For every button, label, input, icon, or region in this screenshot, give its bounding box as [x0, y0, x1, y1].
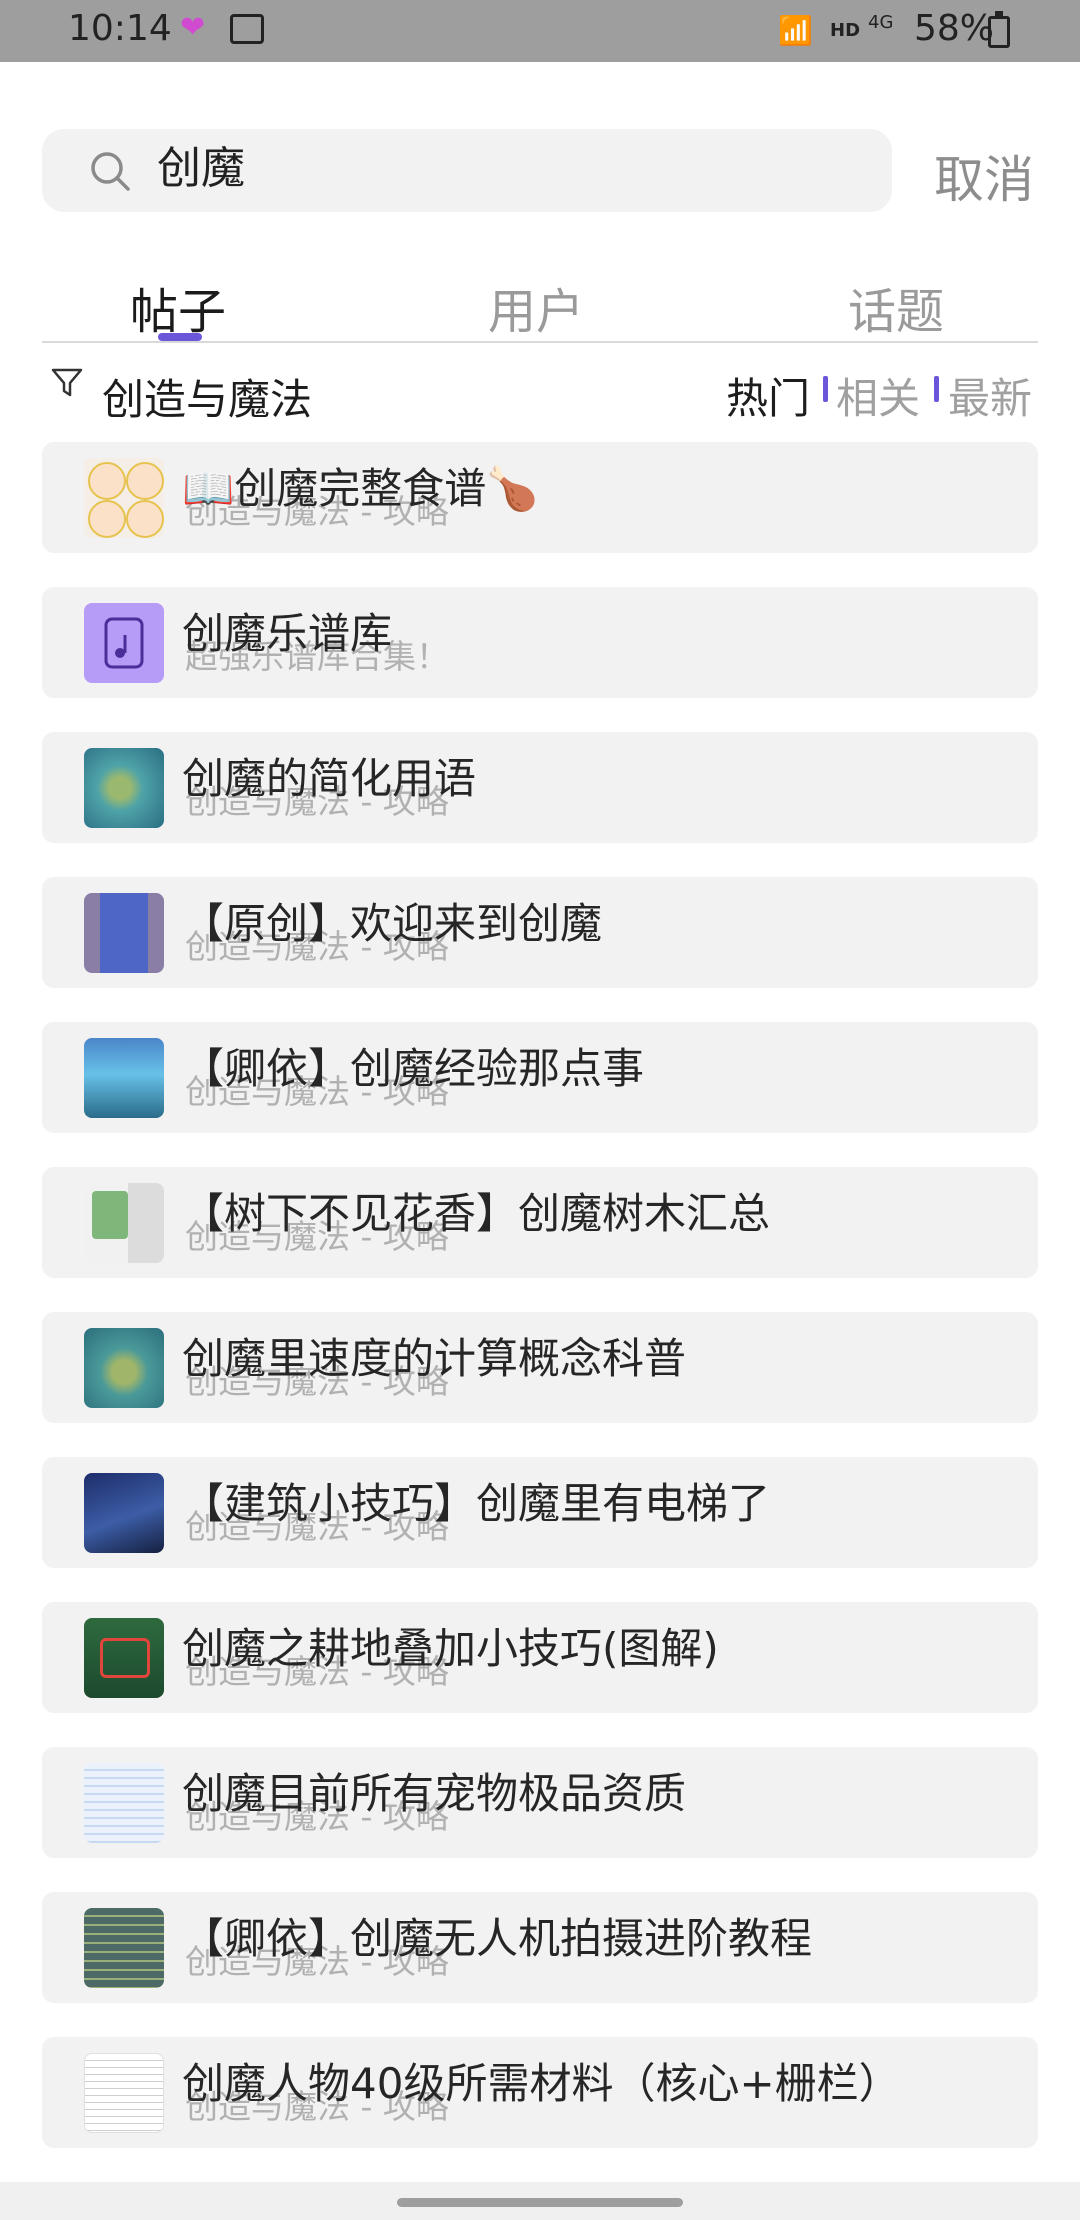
- list-item[interactable]: 创造与魔法 - 攻略 创魔的简化用语: [42, 732, 1038, 843]
- search-input[interactable]: 创魔: [157, 139, 245, 199]
- list-item[interactable]: 创造与魔法 - 攻略 【卿依】创魔无人机拍摄进阶教程: [42, 1892, 1038, 2003]
- tab-topics[interactable]: 话题: [848, 272, 944, 342]
- post-thumbnail: [84, 748, 164, 828]
- post-thumbnail: [84, 1328, 164, 1408]
- status-time: 10:14: [68, 8, 172, 49]
- post-title: 【建筑小技巧】创魔里有电梯了: [182, 1479, 771, 1528]
- post-title: 创魔之耕地叠加小技巧(图解): [182, 1624, 719, 1673]
- post-thumbnail: [84, 2053, 164, 2133]
- list-item[interactable]: 超强乐谱库合集！ 创魔乐谱库: [42, 587, 1038, 698]
- status-bar: 10:14 ❤ 📶 HD 4G 58%: [0, 0, 1080, 62]
- tab-posts[interactable]: 帖子: [130, 272, 226, 342]
- post-thumbnail: [84, 1473, 164, 1553]
- gallery-notification-icon: [230, 14, 264, 44]
- list-item[interactable]: 创造与魔法 - 攻略 📖创魔完整食谱🍗: [42, 442, 1038, 553]
- list-item[interactable]: 创造与魔法 - 攻略 【原创】欢迎来到创魔: [42, 877, 1038, 988]
- tab-users[interactable]: 用户: [488, 272, 584, 342]
- cancel-button[interactable]: 取消: [934, 140, 1034, 212]
- post-title: 【卿依】创魔无人机拍摄进阶教程: [182, 1914, 813, 1963]
- post-title: 创魔里速度的计算概念科普: [182, 1334, 687, 1383]
- active-tab-indicator: [158, 333, 202, 341]
- result-list: 创造与魔法 - 攻略 📖创魔完整食谱🍗 超强乐谱库合集！ 创魔乐谱库 创造与魔法…: [42, 442, 1038, 2182]
- post-thumbnail: [84, 1618, 164, 1698]
- post-title: 【原创】欢迎来到创魔: [182, 899, 603, 948]
- list-item[interactable]: 创造与魔法 - 攻略 创魔目前所有宠物极品资质: [42, 1747, 1038, 1858]
- battery-icon: [988, 11, 1010, 48]
- post-thumbnail: [84, 1183, 164, 1263]
- wifi-icon: 📶: [778, 14, 813, 47]
- list-item[interactable]: 创造与魔法 - 攻略 【卿依】创魔经验那点事: [42, 1022, 1038, 1133]
- sort-hot[interactable]: 热门: [726, 365, 810, 426]
- signal-type: 4G: [868, 12, 894, 33]
- post-thumbnail: [84, 1908, 164, 1988]
- post-title: 📖创魔完整食谱🍗: [182, 464, 539, 513]
- home-indicator[interactable]: [397, 2198, 683, 2207]
- sort-divider: [934, 376, 939, 402]
- post-thumbnail: [84, 458, 164, 538]
- post-title: 【树下不见花香】创魔树木汇总: [182, 1189, 771, 1238]
- search-icon: [91, 152, 130, 191]
- music-scroll-icon: [84, 603, 164, 683]
- post-title: 创魔人物40级所需材料（核心+栅栏）: [182, 2059, 901, 2108]
- list-item[interactable]: 创造与魔法 - 攻略 【建筑小技巧】创魔里有电梯了: [42, 1457, 1038, 1568]
- sort-latest[interactable]: 最新: [948, 365, 1032, 426]
- filter-icon[interactable]: [50, 366, 84, 400]
- post-thumbnail: [84, 1038, 164, 1118]
- post-title: 创魔乐谱库: [182, 609, 393, 658]
- post-thumbnail: [84, 893, 164, 973]
- hd-indicator: HD: [830, 20, 861, 41]
- post-title: 创魔的简化用语: [182, 754, 477, 803]
- post-thumbnail: [84, 1763, 164, 1843]
- list-item[interactable]: 创造与魔法 - 攻略 创魔人物40级所需材料（核心+栅栏）: [42, 2037, 1038, 2148]
- list-item[interactable]: 创造与魔法 - 攻略 【树下不见花香】创魔树木汇总: [42, 1167, 1038, 1278]
- sort-divider: [823, 376, 828, 402]
- post-title: 【卿依】创魔经验那点事: [182, 1044, 645, 1093]
- filter-game-label[interactable]: 创造与魔法: [102, 366, 312, 427]
- sort-related[interactable]: 相关: [836, 365, 920, 426]
- heart-notification-icon: ❤: [180, 10, 206, 45]
- tabs-divider: [42, 341, 1038, 343]
- list-item[interactable]: 创造与魔法 - 攻略 创魔之耕地叠加小技巧(图解): [42, 1602, 1038, 1713]
- list-item[interactable]: 创造与魔法 - 攻略 创魔里速度的计算概念科普: [42, 1312, 1038, 1423]
- search-bar[interactable]: 创魔: [42, 129, 892, 212]
- post-title: 创魔目前所有宠物极品资质: [182, 1769, 687, 1818]
- battery-percent: 58%: [914, 8, 995, 49]
